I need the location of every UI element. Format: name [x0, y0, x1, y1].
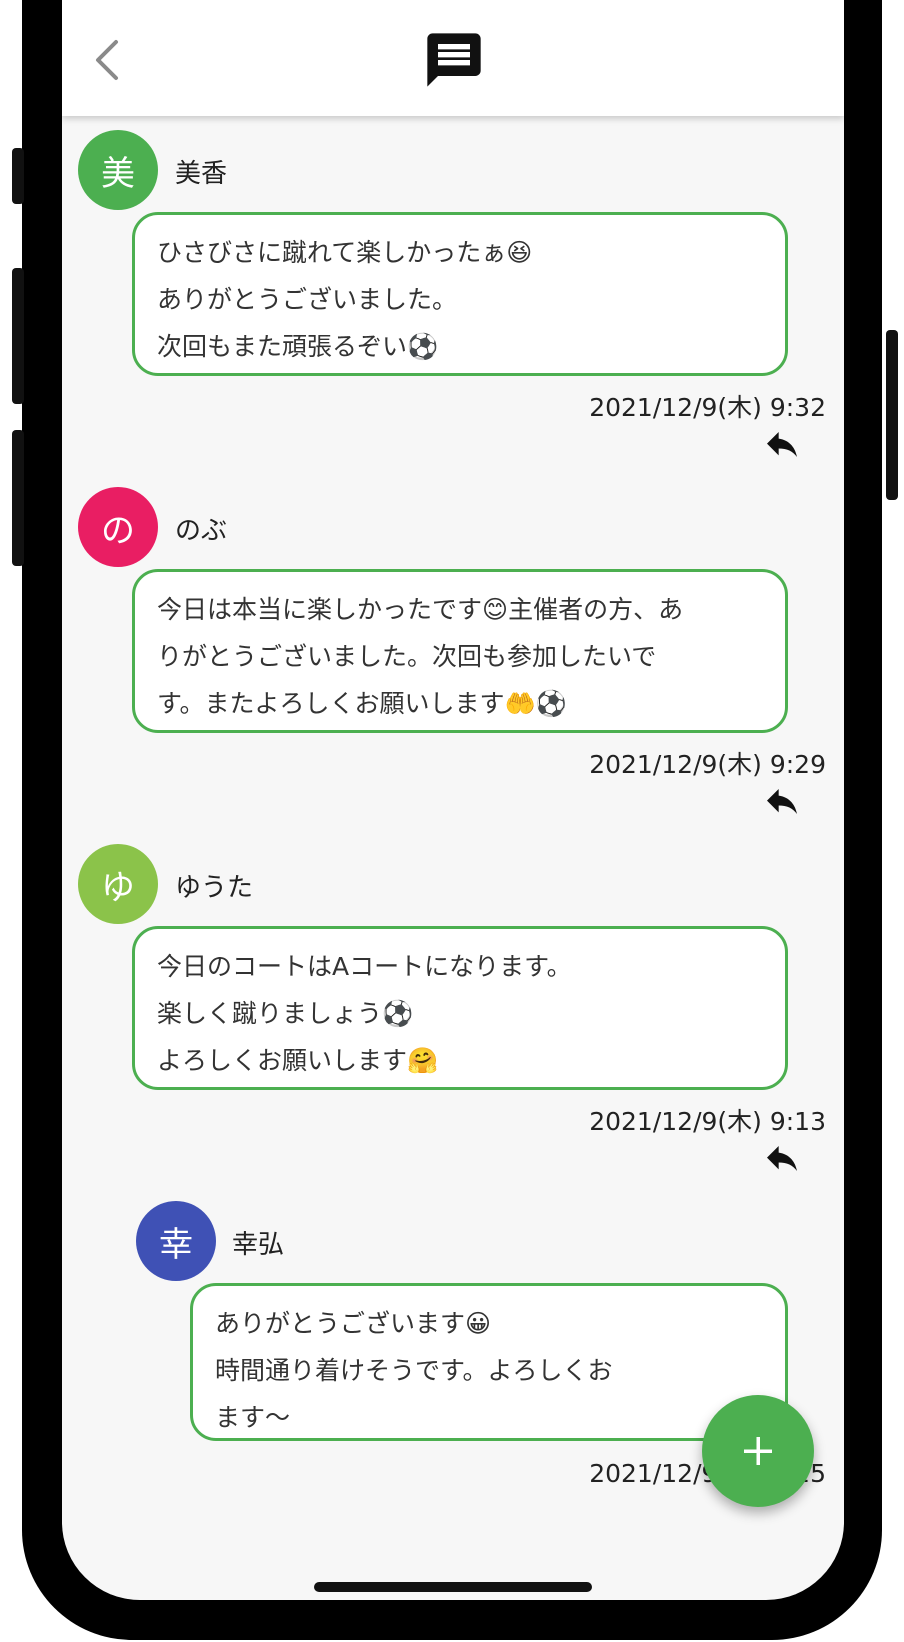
message-line: 時間通り着けそうです。よろしくお [215, 1356, 613, 1385]
message-bubble: 今日は本当に楽しかったです😊主催者の方、あ りがとうございました。次回も参加した… [132, 569, 788, 733]
message-line: りがとうございました。次回も参加したいで [157, 642, 657, 671]
message-timestamp: 2021/12/9(木) 9:13 [589, 1107, 826, 1136]
message-line: 今日は本当に楽しかったです😊主催者の方、あ [157, 595, 684, 624]
app-screen: 美 美香 ひさびさに蹴れて楽しかったぁ😆 ありがとうございました。 次回もまた頑… [62, 0, 844, 1600]
message-line: ありがとうございました。 [157, 285, 458, 314]
reply-icon [767, 432, 797, 457]
message-line: 楽しく蹴りましょう⚽ [157, 999, 414, 1028]
sender-name: 美香 [175, 159, 228, 189]
home-indicator[interactable] [314, 1582, 592, 1592]
message-line: す。またよろしくお願いします🤲⚽ [157, 689, 567, 718]
add-icon [744, 1437, 772, 1465]
volume-up-button [12, 268, 24, 404]
sender-name: 幸弘 [232, 1230, 285, 1260]
reply-icon [767, 1146, 797, 1171]
message-line: ます〜 [215, 1403, 291, 1432]
chevron-left-icon [96, 40, 118, 80]
message-line: 次回もまた頑張るぞい⚽ [157, 332, 439, 361]
message-icon [422, 28, 486, 92]
sender-name: のぶ [175, 516, 228, 546]
volume-down-button [12, 430, 24, 566]
reply-icon [767, 789, 797, 814]
mute-switch [12, 148, 24, 204]
reply-button[interactable] [762, 430, 802, 464]
sender-name: ゆうた [175, 873, 254, 903]
message-timestamp: 2021/12/9(木) 9:29 [589, 750, 826, 779]
message-bubble: 今日のコートはAコートになります。 楽しく蹴りましょう⚽ よろしくお願いします🤗 [132, 926, 788, 1090]
back-button[interactable] [90, 38, 126, 82]
message-timestamp: 2021/12/9(木) 9:32 [589, 393, 826, 422]
message-line: 今日のコートはAコートになります。 [157, 952, 572, 981]
power-button [886, 330, 898, 500]
app-bar [62, 0, 844, 116]
message-line: ありがとうございます😀 [215, 1309, 492, 1338]
message-line: よろしくお願いします🤗 [157, 1046, 439, 1075]
avatar[interactable]: ゆ [78, 844, 158, 924]
avatar[interactable]: の [78, 487, 158, 567]
message-bubble: ありがとうございます😀 時間通り着けそうです。よろしくお ます〜 [190, 1283, 788, 1441]
reply-button[interactable] [762, 1144, 802, 1178]
add-message-button[interactable] [702, 1395, 814, 1507]
message-bubble: ひさびさに蹴れて楽しかったぁ😆 ありがとうございました。 次回もまた頑張るぞい⚽ [132, 212, 788, 376]
reply-button[interactable] [762, 787, 802, 821]
avatar[interactable]: 幸 [136, 1201, 216, 1281]
message-line: ひさびさに蹴れて楽しかったぁ😆 [157, 238, 533, 267]
avatar[interactable]: 美 [78, 130, 158, 210]
